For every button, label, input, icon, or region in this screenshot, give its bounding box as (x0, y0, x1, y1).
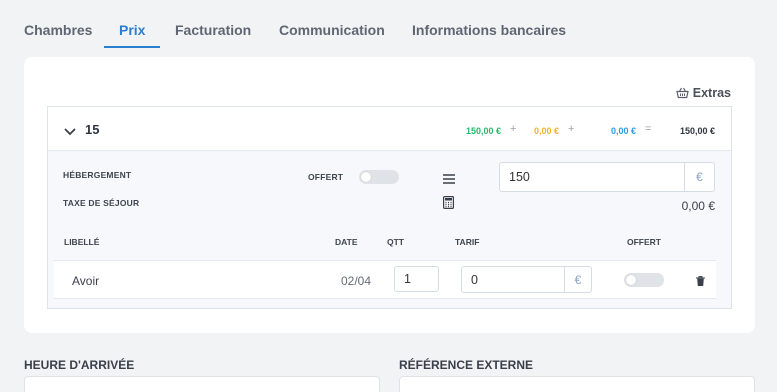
accommodation-amount: 150,00 € (466, 126, 502, 136)
room-number: 15 (85, 122, 100, 137)
table-row: Avoir 02/04 1 0 € (54, 260, 716, 299)
prices-card: Extras 15 150,00 € + 0,00 € + 0,00 € = 1… (24, 57, 755, 333)
tab-prix[interactable]: Prix (119, 22, 145, 38)
tab-informations-bancaires[interactable]: Informations bancaires (412, 22, 566, 38)
tax-amount: 0,00 € (611, 126, 637, 136)
col-qtt: QTT (387, 237, 404, 247)
tarif-value: 0 (471, 272, 478, 287)
external-reference-input[interactable] (399, 376, 755, 392)
room-total: 150,00 € (680, 126, 716, 136)
room-panel-body: HÉBERGEMENT OFFERT 150 € TAXE DE SÉJOUR … (48, 151, 731, 308)
tab-communication[interactable]: Communication (279, 22, 385, 38)
extras-amount: 0,00 € (534, 126, 560, 136)
extras-button[interactable]: Extras (676, 86, 731, 100)
equals-operator: = (645, 123, 652, 135)
arrival-time-label: HEURE D'ARRIVÉE (24, 358, 135, 372)
qty-input[interactable]: 1 (394, 266, 439, 292)
arrival-time-input[interactable] (24, 376, 380, 392)
row-currency-addon: € (564, 266, 592, 293)
basket-icon (676, 87, 689, 99)
col-libelle: LIBELLÉ (64, 237, 100, 247)
tarif-input[interactable]: 0 (461, 266, 565, 293)
room-panel: 15 150,00 € + 0,00 € + 0,00 € = 150,00 €… (47, 106, 732, 309)
col-tarif: TARIF (455, 237, 480, 247)
trash-icon[interactable] (696, 273, 705, 291)
active-tab-indicator (104, 46, 160, 48)
extras-table-header: LIBELLÉ DATE QTT TARIF OFFERT (48, 173, 731, 247)
row-offert-toggle[interactable] (624, 273, 664, 287)
qty-value: 1 (404, 272, 411, 286)
tab-bar: Chambres Prix Facturation Communication … (0, 0, 777, 48)
row-libelle: Avoir (72, 274, 100, 288)
row-date: 02/04 (341, 274, 372, 288)
tab-facturation[interactable]: Facturation (175, 22, 251, 38)
room-panel-header[interactable]: 15 150,00 € + 0,00 € + 0,00 € = 150,00 € (48, 107, 731, 151)
external-reference-label: RÉFÉRENCE EXTERNE (399, 358, 534, 372)
chevron-down-icon[interactable] (64, 123, 76, 141)
col-offert: OFFERT (627, 237, 661, 247)
plus-operator: + (510, 123, 517, 135)
plus-operator: + (568, 123, 575, 135)
col-date: DATE (335, 237, 358, 247)
tab-chambres[interactable]: Chambres (24, 22, 92, 38)
extras-label: Extras (692, 86, 731, 100)
